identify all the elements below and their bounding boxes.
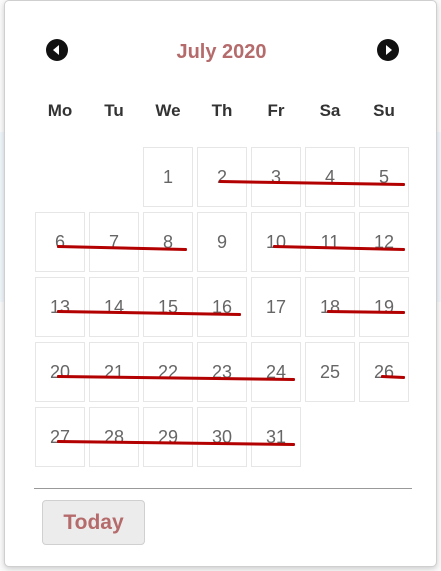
day-18[interactable]: 18	[305, 277, 355, 337]
next-month-button[interactable]	[377, 39, 399, 61]
weekday-sa: Sa	[319, 101, 341, 120]
day-20[interactable]: 20	[35, 342, 85, 402]
weekday-mo: Mo	[47, 101, 73, 120]
day-4[interactable]: 4	[305, 147, 355, 207]
day-21[interactable]: 21	[89, 342, 139, 402]
divider	[34, 488, 412, 489]
month-title: July 2020	[176, 41, 267, 63]
day-24[interactable]: 24	[251, 342, 301, 402]
day-11[interactable]: 11	[305, 212, 355, 272]
day-7[interactable]: 7	[89, 212, 139, 272]
weekday-we: We	[155, 101, 181, 120]
day-6[interactable]: 6	[35, 212, 85, 272]
day-2[interactable]: 2	[197, 147, 247, 207]
day-12[interactable]: 12	[359, 212, 409, 272]
weekday-th: Th	[211, 101, 233, 120]
day-26[interactable]: 26	[359, 342, 409, 402]
day-27[interactable]: 27	[35, 407, 85, 467]
day-29[interactable]: 29	[143, 407, 193, 467]
day-16[interactable]: 16	[197, 277, 247, 337]
date-picker: July 2020 Mo Tu We Th Fr Sa Su 1 2 3 4 5 6 7 8 9 10 11 12…	[4, 0, 437, 567]
day-22[interactable]: 22	[143, 342, 193, 402]
day-30[interactable]: 30	[197, 407, 247, 467]
day-1[interactable]: 1	[143, 147, 193, 207]
weekday-fr: Fr	[267, 101, 285, 120]
day-19[interactable]: 19	[359, 277, 409, 337]
weekday-tu: Tu	[104, 101, 124, 120]
day-25[interactable]: 25	[305, 342, 355, 402]
today-button[interactable]: Today	[42, 500, 145, 545]
day-14[interactable]: 14	[89, 277, 139, 337]
day-8[interactable]: 8	[143, 212, 193, 272]
chevron-right-icon	[386, 45, 392, 55]
day-9[interactable]: 9	[197, 212, 247, 272]
day-3[interactable]: 3	[251, 147, 301, 207]
day-13[interactable]: 13	[35, 277, 85, 337]
day-15[interactable]: 15	[143, 277, 193, 337]
weekday-su: Su	[373, 101, 395, 120]
day-28[interactable]: 28	[89, 407, 139, 467]
day-5[interactable]: 5	[359, 147, 409, 207]
day-17[interactable]: 17	[251, 277, 301, 337]
day-23[interactable]: 23	[197, 342, 247, 402]
day-10[interactable]: 10	[251, 212, 301, 272]
day-31[interactable]: 31	[251, 407, 301, 467]
